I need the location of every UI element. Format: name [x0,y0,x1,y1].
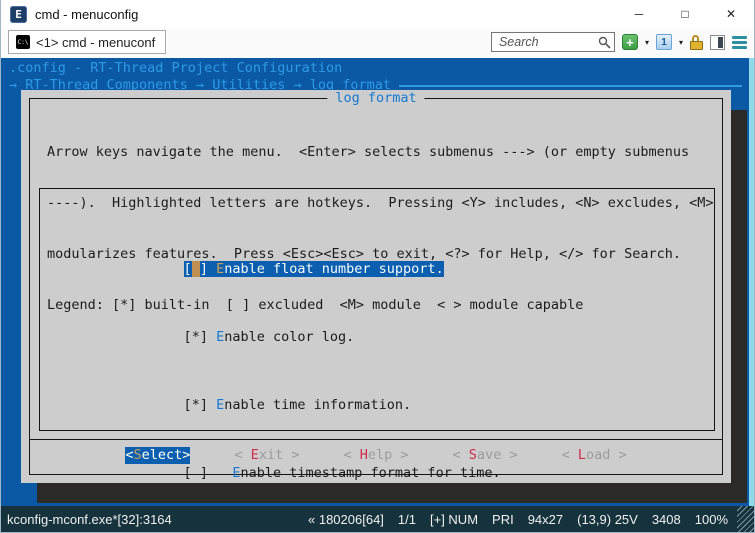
hotkey-letter: S [133,447,141,463]
tab-label: <1> cmd - menuconf [36,35,155,50]
tabbar-controls: + ▾ 1 ▾ [491,32,750,52]
terminal: .config - RT-Thread Project Configuratio… [1,58,754,506]
conemu-icon-glyph: E [15,8,22,21]
status-scroll-pos: « 180206[64] [308,512,384,527]
window-controls: ─ □ ✕ [616,0,754,28]
close-button[interactable]: ✕ [708,0,754,28]
hotkey-letter: L [578,447,586,463]
status-page: 1/1 [398,512,416,527]
status-zoom: 100% [695,512,728,527]
app-window: E cmd - menuconfig ─ □ ✕ C:\ <1> cmd - m… [0,0,755,533]
hotkey-letter: E [232,465,240,481]
lock-icon[interactable] [690,35,703,50]
search-box[interactable] [491,32,615,52]
new-console-button[interactable]: + [622,34,638,50]
hotkey-letter: E [251,447,259,463]
status-misc: 3408 [652,512,681,527]
help-line: Arrow keys navigate the menu. <Enter> se… [47,144,713,161]
search-icon [598,36,611,49]
checkbox-state: * [192,397,200,413]
minimize-button[interactable]: ─ [616,0,662,28]
status-cursor-pos: (13,9) 25V [577,512,638,527]
dialog-buttons: <Select> < Exit > < Help > < Save > < Lo… [21,447,731,464]
window-title: cmd - menuconfig [35,7,138,22]
selected-row: [ ] Enable float number support. [184,261,444,277]
breadcrumb-rule [399,85,742,87]
titlebar: E cmd - menuconfig ─ □ ✕ [1,0,754,28]
search-input[interactable] [497,34,598,50]
dialog-title: log format [327,90,424,107]
maximize-button[interactable]: □ [662,0,708,28]
checkbox-state: * [192,329,200,345]
checkbox-state [192,465,200,481]
config-header: .config - RT-Thread Project Configuratio… [9,60,342,77]
select-button[interactable]: <Select> [125,447,190,464]
hotkey-letter: S [469,447,477,463]
status-console-size: 94x27 [528,512,563,527]
tab-cmd-menuconf[interactable]: C:\ <1> cmd - menuconf [8,30,166,54]
cmd-icon: C:\ [16,35,30,49]
help-button[interactable]: < Help > [343,447,408,464]
save-button[interactable]: < Save > [453,447,518,464]
status-fields: « 180206[64] 1/1 [+] NUM PRI 94x27 (13,9… [308,512,728,527]
new-console-dropdown-icon[interactable]: ▾ [645,38,649,47]
menu-item-time-info[interactable]: [*] Enable time information. [86,380,501,397]
menu-item-color-log[interactable]: [*] Enable color log. [86,312,501,329]
dialog-separator [29,439,723,440]
tab-bar: C:\ <1> cmd - menuconf + ▾ 1 ▾ [1,28,754,58]
scrollbar[interactable] [749,58,754,506]
menuconfig-dialog: log format Arrow keys navigate the menu.… [21,90,731,483]
hotkey-letter: H [360,447,368,463]
console-window-icon[interactable] [710,35,725,50]
menu-item-float-support[interactable]: [ ] Enable float number support. [86,244,501,261]
menu-listbox: [ ] Enable float number support. [*] Ena… [39,188,715,431]
resize-grip[interactable] [737,506,754,532]
load-button[interactable]: < Load > [562,447,627,464]
menu-icon[interactable] [732,36,747,49]
status-priority: PRI [492,512,514,527]
status-process: kconfig-mconf.exe*[32]:3164 [7,512,172,527]
terminal-cursor [192,261,200,277]
window-switch-dropdown-icon[interactable]: ▾ [679,38,683,47]
status-numlock: [+] NUM [430,512,478,527]
exit-button[interactable]: < Exit > [234,447,299,464]
window-switch-button[interactable]: 1 [656,34,672,50]
status-bar: kconfig-mconf.exe*[32]:3164 « 180206[64]… [1,506,754,532]
conemu-icon: E [10,6,27,23]
